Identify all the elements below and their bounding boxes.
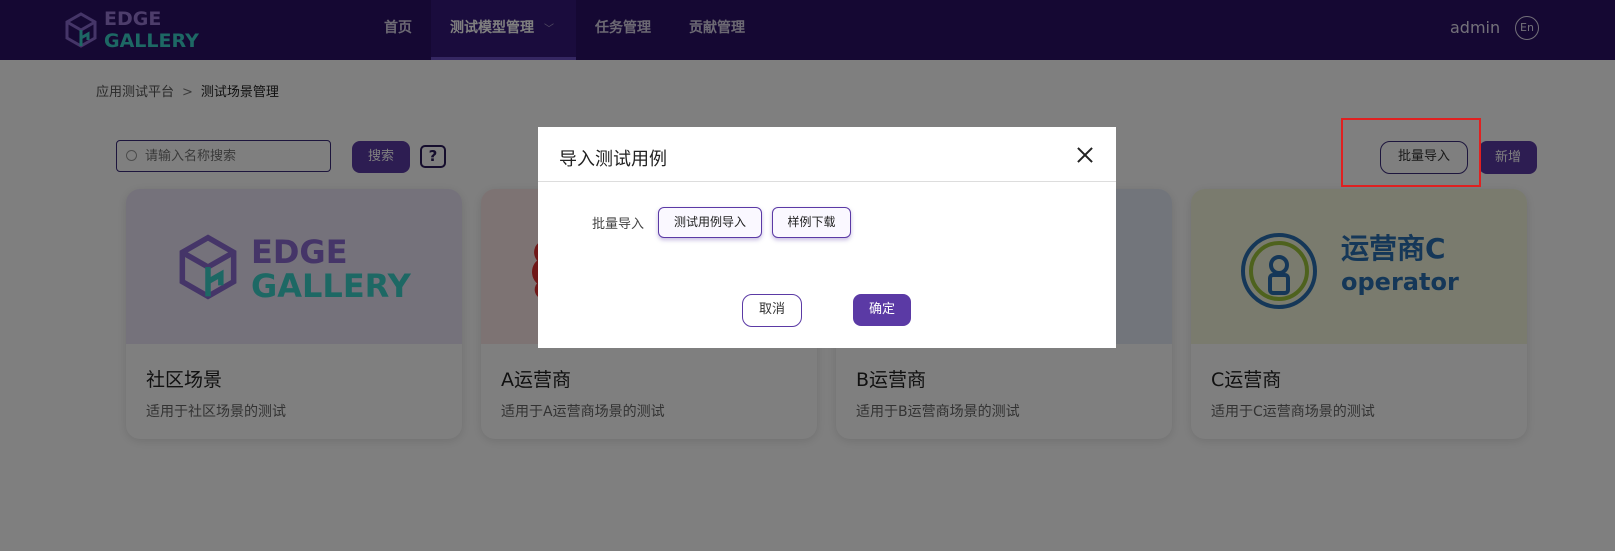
confirm-button[interactable]: 确定	[853, 294, 911, 326]
batch-import-label: 批量导入	[592, 217, 645, 232]
modal-mask-header	[0, 0, 1615, 60]
highlight-box	[1341, 118, 1481, 187]
close-icon[interactable]	[1076, 146, 1094, 164]
import-test-case-dialog: 导入测试用例 批量导入 测试用例导入 样例下载 取消 确定	[538, 127, 1116, 348]
cancel-button[interactable]: 取消	[742, 294, 802, 327]
test-case-import-button[interactable]: 测试用例导入	[658, 207, 762, 238]
sample-download-button[interactable]: 样例下载	[772, 207, 851, 238]
dialog-title: 导入测试用例	[559, 149, 667, 170]
dialog-header: 导入测试用例	[538, 127, 1116, 182]
